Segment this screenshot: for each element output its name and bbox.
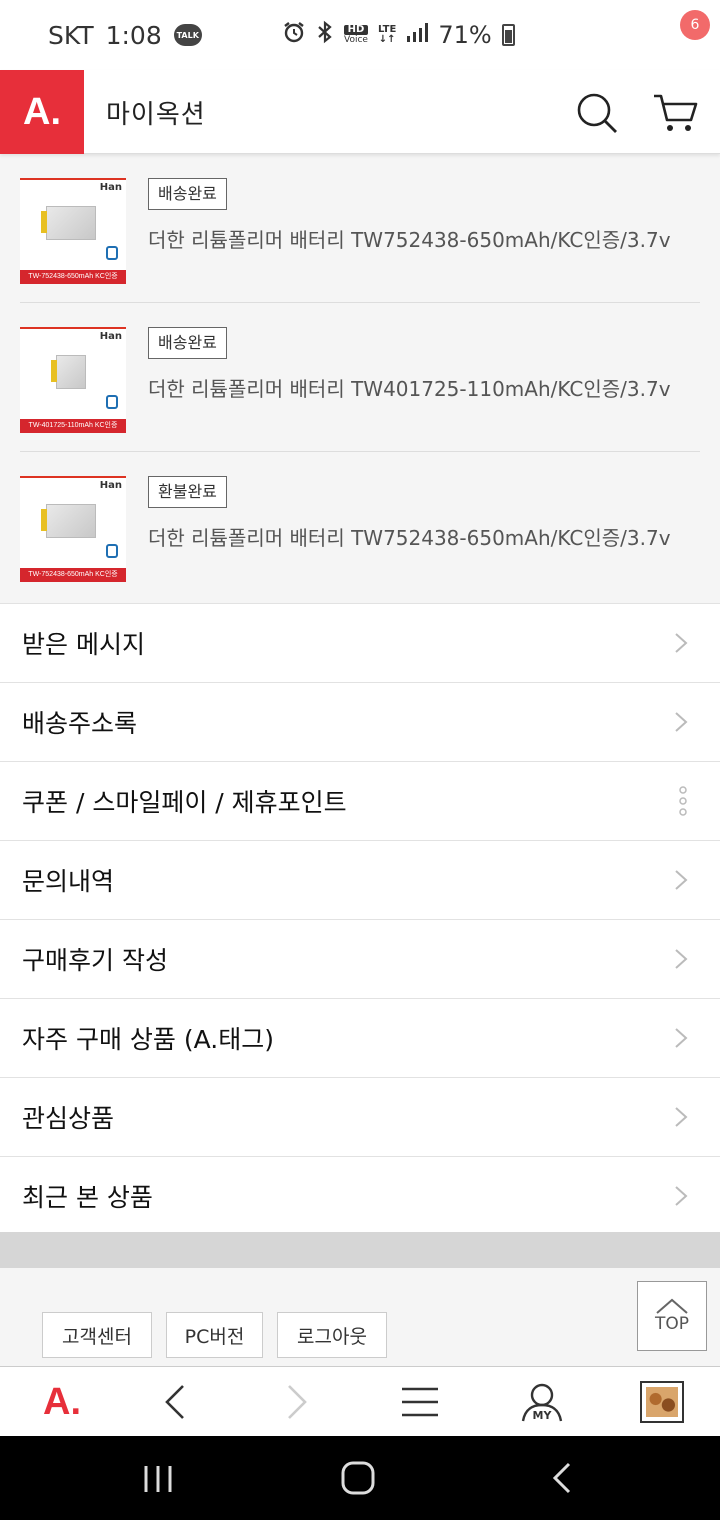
product-name[interactable]: 더한 리튬폴리머 배터리 TW752438-650mAh/KC인증/3.7v <box>148 224 671 253</box>
recent-item-thumbnail[interactable] <box>630 1367 694 1437</box>
product-thumbnail[interactable]: Han TW-401725-110mAh KC인증 <box>20 327 126 433</box>
more-vertical-icon[interactable] <box>678 786 688 816</box>
system-navigation-bar <box>0 1436 720 1520</box>
menu-wishlist[interactable]: 관심상품 <box>0 1077 720 1156</box>
thumbnail-brand: Han <box>99 182 122 193</box>
footer: 고객센터 PC버전 로그아웃 <box>0 1268 720 1366</box>
logout-button[interactable]: 로그아웃 <box>277 1312 387 1358</box>
menu-write-review[interactable]: 구매후기 작성 <box>0 919 720 998</box>
menu-label: 배송주소록 <box>22 709 138 738</box>
product-name[interactable]: 더한 리튬폴리머 배터리 TW752438-650mAh/KC인증/3.7v <box>148 522 671 551</box>
kc-mark-icon <box>106 395 118 409</box>
product-thumbnail[interactable]: Han TW-752438-650mAh KC인증 <box>20 476 126 582</box>
recent-apps-icon[interactable] <box>138 1458 178 1498</box>
cart-count-badge: 6 <box>680 10 710 40</box>
customer-center-button[interactable]: 고객센터 <box>42 1312 152 1358</box>
forward-arrow-icon[interactable] <box>262 1367 332 1437</box>
chevron-right-icon <box>675 1107 688 1127</box>
auction-logo[interactable]: A. <box>0 70 84 154</box>
thumbnail-brand: Han <box>99 331 122 342</box>
menu-inquiries[interactable]: 문의내역 <box>0 840 720 919</box>
my-label: MY <box>532 1409 552 1422</box>
menu-recently-viewed[interactable]: 최근 본 상품 <box>0 1156 720 1235</box>
menu-label: 쿠폰 / 스마일페이 / 제휴포인트 <box>22 788 347 817</box>
lte-icon: LTE ↓↑ <box>377 24 397 45</box>
thumbnail-caption: TW-401725-110mAh KC인증 <box>20 419 126 433</box>
page-title: 마이옥션 <box>106 100 206 130</box>
order-item[interactable]: Han TW-401725-110mAh KC인증 배송완료 더한 리튬폴리머 … <box>20 303 700 452</box>
bottom-app-nav: A. MY <box>0 1366 720 1436</box>
signal-icon <box>406 21 429 49</box>
pc-version-button[interactable]: PC버전 <box>166 1312 263 1358</box>
menu-label: 구매후기 작성 <box>22 946 168 975</box>
kc-mark-icon <box>106 544 118 558</box>
app-header: A. 마이옥션 <box>0 70 720 154</box>
product-thumbnail[interactable]: Han TW-752438-650mAh KC인증 <box>20 178 126 284</box>
scroll-top-button[interactable]: TOP <box>637 1281 707 1351</box>
home-logo-button[interactable]: A. <box>20 1367 104 1437</box>
kc-mark-icon <box>106 246 118 260</box>
top-label: TOP <box>654 1314 690 1334</box>
chevron-right-icon <box>675 870 688 890</box>
back-arrow-icon[interactable] <box>140 1367 210 1437</box>
bluetooth-icon <box>316 20 334 50</box>
alarm-icon <box>282 20 306 50</box>
battery-icon <box>501 24 515 46</box>
menu-hamburger-icon[interactable] <box>385 1367 455 1437</box>
recent-orders-list: Han TW-752438-650mAh KC인증 배송완료 더한 리튬폴리머 … <box>0 154 720 604</box>
chevron-right-icon <box>675 633 688 653</box>
order-item[interactable]: Han TW-752438-650mAh KC인증 배송완료 더한 리튬폴리머 … <box>20 154 700 303</box>
menu-frequent-purchases[interactable]: 자주 구매 상품 (A.태그) <box>0 998 720 1077</box>
menu-label: 자주 구매 상품 (A.태그) <box>22 1025 274 1054</box>
search-icon[interactable] <box>574 90 620 136</box>
chevron-up-icon <box>656 1298 688 1314</box>
order-item[interactable]: Han TW-752438-650mAh KC인증 환불완료 더한 리튬폴리머 … <box>20 452 700 601</box>
menu-label: 받은 메시지 <box>22 630 145 659</box>
chevron-right-icon <box>675 949 688 969</box>
order-status-badge: 배송완료 <box>148 178 227 210</box>
chevron-right-icon <box>675 1186 688 1206</box>
my-auction-menu: 받은 메시지 배송주소록 쿠폰 / 스마일페이 / 제휴포인트 문의내역 구매후… <box>0 603 720 1235</box>
menu-received-messages[interactable]: 받은 메시지 <box>0 603 720 682</box>
thumbnail-caption: TW-752438-650mAh KC인증 <box>20 568 126 582</box>
kakaotalk-icon: TALK <box>173 24 202 46</box>
home-icon[interactable] <box>338 1458 378 1498</box>
cart-icon[interactable] <box>650 88 700 138</box>
menu-address-book[interactable]: 배송주소록 <box>0 682 720 761</box>
status-bar: SKT 1:08 TALK HD Voice LTE ↓↑ 71% <box>0 0 720 70</box>
thumbnail-caption: TW-752438-650mAh KC인증 <box>20 270 126 284</box>
chevron-right-icon <box>675 1028 688 1048</box>
back-icon[interactable] <box>545 1458 585 1498</box>
product-name[interactable]: 더한 리튬폴리머 배터리 TW401725-110mAh/KC인증/3.7v <box>148 373 671 402</box>
battery-percent: 71% <box>438 21 492 49</box>
hd-voice-icon: HD Voice <box>344 24 368 45</box>
carrier-label: SKT <box>48 20 94 50</box>
menu-label: 관심상품 <box>22 1104 115 1133</box>
order-status-badge: 배송완료 <box>148 327 227 359</box>
menu-label: 문의내역 <box>22 867 115 896</box>
order-status-badge: 환불완료 <box>148 476 227 508</box>
clock: 1:08 <box>105 20 162 50</box>
menu-label: 최근 본 상품 <box>22 1183 153 1212</box>
section-divider <box>0 1232 720 1268</box>
chevron-right-icon <box>675 712 688 732</box>
thumbnail-brand: Han <box>99 480 122 491</box>
menu-coupons-smilepay-points[interactable]: 쿠폰 / 스마일페이 / 제휴포인트 <box>0 761 720 840</box>
my-page-button[interactable]: MY <box>507 1367 577 1437</box>
